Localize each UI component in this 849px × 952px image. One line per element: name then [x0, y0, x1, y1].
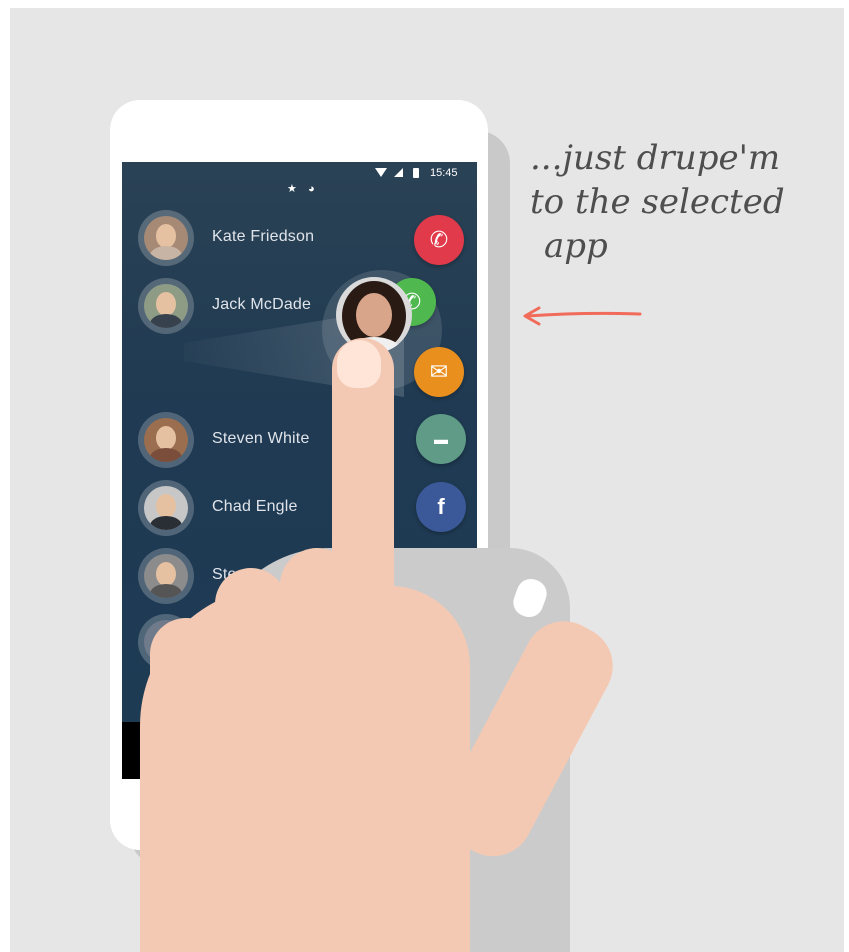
email-icon: ✉: [429, 359, 449, 384]
facebook-button[interactable]: f: [416, 482, 466, 532]
sms-button[interactable]: ▬: [416, 414, 466, 464]
annotation-line: ...just drupe'm: [530, 138, 781, 178]
contact-name: Jack McDade: [212, 296, 312, 313]
fingernail: [337, 340, 381, 388]
avatar: [138, 210, 194, 266]
annotation-text: ...just drupe'm to the selected app: [530, 136, 830, 268]
wifi-icon: [375, 168, 387, 177]
signal-icon: [394, 168, 403, 177]
tab-bar: ★ ◕: [287, 182, 323, 195]
contact-name: Kate Friedson: [212, 228, 315, 245]
favorites-tab-icon[interactable]: ★: [287, 183, 297, 195]
contact-row[interactable]: Kate Friedson: [138, 210, 438, 266]
battery-icon: [413, 168, 419, 178]
contact-name: Steven White: [212, 430, 310, 447]
hand-palm: [140, 586, 470, 952]
facebook-icon: f: [437, 494, 445, 519]
illustration-canvas: 15:45 ★ ◕ Kate Friedson Jack McDade Stev…: [10, 8, 844, 952]
avatar: [138, 278, 194, 334]
annotation-line: to the selected: [530, 182, 785, 222]
annotation-line: app: [544, 226, 608, 266]
avatar: [138, 548, 194, 604]
sms-icon: ▬: [434, 431, 448, 447]
recent-tab-icon[interactable]: ◕: [308, 183, 315, 195]
contact-name: Chad Engle: [212, 498, 298, 515]
phone-call-button[interactable]: ✆: [414, 215, 464, 265]
arrow-left-icon: [523, 306, 642, 326]
avatar: [138, 412, 194, 468]
email-button[interactable]: ✉: [414, 347, 464, 397]
avatar: [138, 480, 194, 536]
phone-icon: ✆: [429, 227, 449, 252]
status-time: 15:45: [430, 167, 458, 179]
